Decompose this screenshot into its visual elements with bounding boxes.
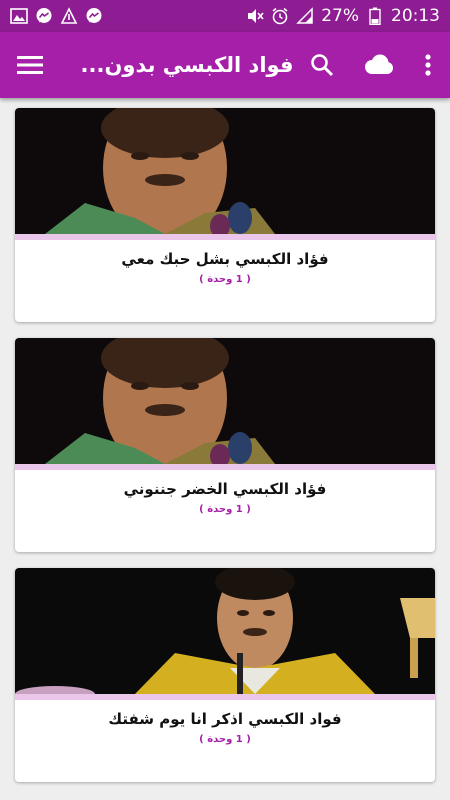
item-count: ( 1 وحدة ) [199,504,251,515]
list-item[interactable]: فؤاد الكبسي بشل حبك معي ( 1 وحدة ) [15,108,435,322]
video-thumbnail [15,568,435,694]
app-title: فواد الكبسي بدون... [80,53,294,77]
image-notification-icon [10,7,28,25]
accent-strip [15,464,435,470]
video-thumbnail [15,108,435,234]
app-bar: فواد الكبسي بدون... [0,32,450,98]
item-title: فواد الكبسي اذكر انا يوم شفتك [108,710,342,728]
list-item[interactable]: فؤاد الكبسي الخضر جننوني ( 1 وحدة ) [15,338,435,552]
messenger-icon-2 [85,7,103,25]
battery-percent: 27% [321,6,359,26]
system-icons: 27% 20:13 [246,6,440,26]
video-thumbnail [15,338,435,464]
item-count: ( 1 وحدة ) [199,274,251,285]
more-vert-icon [425,54,431,76]
overflow-menu-button[interactable] [406,32,450,98]
cloud-button[interactable] [350,32,406,98]
list-item[interactable]: فواد الكبسي اذكر انا يوم شفتك ( 1 وحدة ) [15,568,435,782]
alarm-icon [271,7,289,25]
accent-strip [15,234,435,240]
battery-icon [366,7,384,25]
search-icon [311,54,334,77]
download-notification-icon [60,7,78,25]
status-bar: 27% 20:13 [0,0,450,32]
mute-icon [246,7,264,25]
cloud-icon [365,54,393,74]
search-button[interactable] [294,32,350,98]
clock: 20:13 [391,6,440,26]
item-title: فؤاد الكبسي الخضر جننوني [123,480,327,498]
accent-strip [15,694,435,700]
item-count: ( 1 وحدة ) [199,734,251,745]
hamburger-icon [17,56,43,74]
messenger-icon [35,7,53,25]
menu-button[interactable] [0,32,60,98]
item-title: فؤاد الكبسي بشل حبك معي [121,250,329,268]
video-list: فؤاد الكبسي بشل حبك معي ( 1 وحدة ) فؤاد … [0,98,450,800]
signal-icon [296,7,314,25]
notification-icons [10,7,103,25]
